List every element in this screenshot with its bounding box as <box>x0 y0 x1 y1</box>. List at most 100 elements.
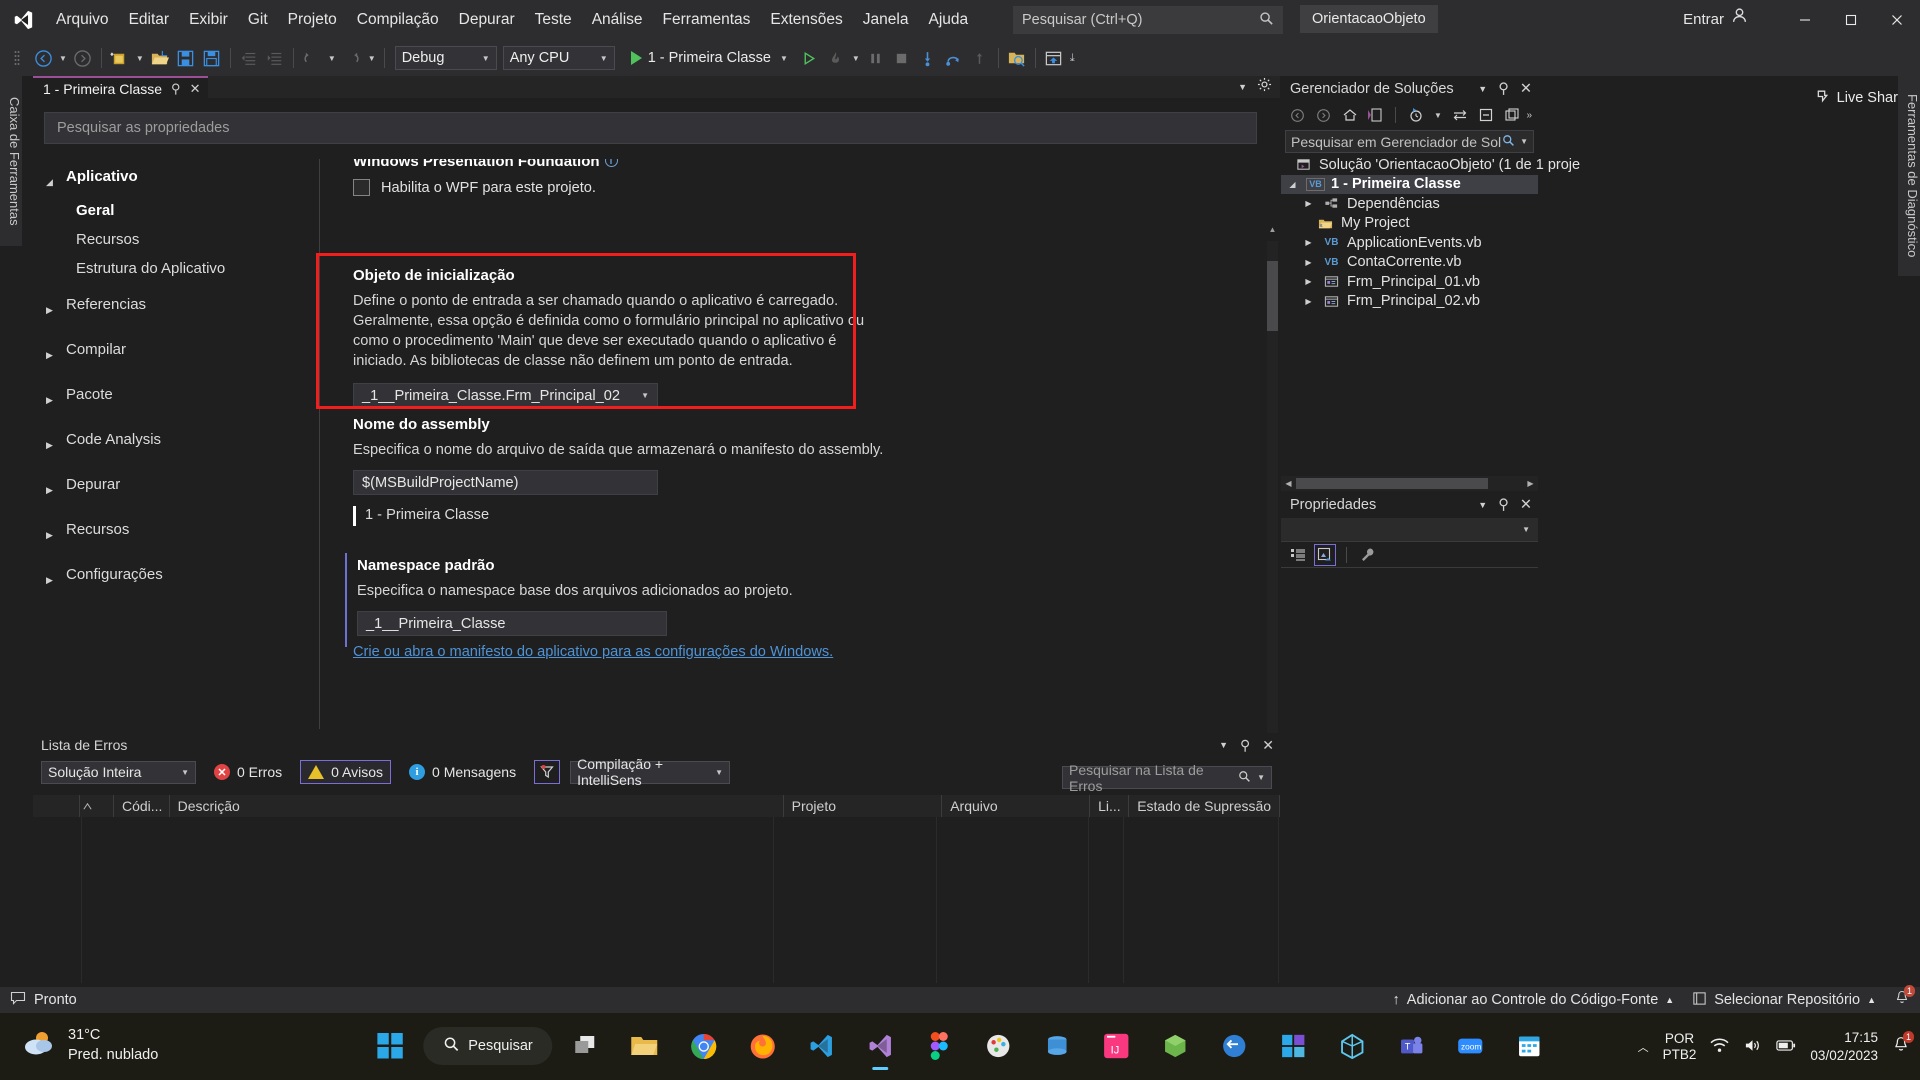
nav-item-geral[interactable]: Geral <box>46 201 308 221</box>
select-repository-button[interactable]: Selecionar Repositório ▲ <box>1692 991 1876 1010</box>
step-out-icon[interactable] <box>967 44 993 72</box>
pin-tab-icon[interactable]: ⚲ <box>171 81 181 97</box>
error-list-search-input[interactable]: Pesquisar na Lista de Erros ▼ <box>1062 762 1272 794</box>
tree-row-applicationevents[interactable]: ▶ VB ApplicationEvents.vb <box>1281 233 1538 253</box>
warnings-toggle[interactable]: 0 Avisos <box>300 760 392 784</box>
error-col-projeto[interactable]: Projeto <box>784 795 943 817</box>
start-debug-button[interactable]: 1 - Primeira Classe ▼ <box>625 50 797 66</box>
wpf-checkbox-row[interactable]: Habilita o WPF para este projeto. <box>353 179 1280 196</box>
quick-search-box[interactable]: Pesquisar (Ctrl+Q) <box>1013 6 1283 34</box>
file-explorer-button[interactable] <box>619 1020 671 1072</box>
taskbar-clock[interactable]: 17:15 03/02/2023 <box>1810 1029 1878 1065</box>
task-view-button[interactable] <box>560 1020 612 1072</box>
tree-row-frm-principal-01[interactable]: ▶ Frm_Principal_01.vb <box>1281 272 1538 292</box>
solution-explorer-home-icon[interactable] <box>1041 44 1067 72</box>
tree-row-contacorrente[interactable]: ▶ VB ContaCorrente.vb <box>1281 253 1538 273</box>
error-col-sort-icon[interactable] <box>80 795 114 817</box>
menu-exibir[interactable]: Exibir <box>179 0 238 40</box>
taskbar-notification-center[interactable]: 1 <box>1892 1031 1914 1057</box>
new-project-icon[interactable] <box>107 44 133 72</box>
menu-depurar[interactable]: Depurar <box>449 0 525 40</box>
save-icon[interactable] <box>173 44 199 72</box>
wpf-checkbox[interactable] <box>353 179 370 196</box>
panel-dropdown-icon[interactable]: ▼ <box>1219 740 1228 750</box>
add-to-source-control-button[interactable]: ↑ Adicionar ao Controle do Código-Fonte … <box>1393 992 1675 1008</box>
open-file-icon[interactable] <box>147 44 173 72</box>
intellij-button[interactable]: IJ <box>1091 1020 1143 1072</box>
triangle-collapsed-icon[interactable]: ▶ <box>1301 277 1316 286</box>
panel-dropdown-icon[interactable]: ▼ <box>1478 500 1487 510</box>
close-icon[interactable]: ✕ <box>1520 497 1532 513</box>
start-without-debugging-icon[interactable] <box>797 44 823 72</box>
tree-row-frm-principal-02[interactable]: ▶ Frm_Principal_02.vb <box>1281 292 1538 312</box>
close-tab-icon[interactable]: ✕ <box>190 81 201 97</box>
scroll-left-arrow-icon[interactable]: ◀ <box>1281 479 1296 488</box>
nav-item-pacote[interactable]: ▶ Pacote <box>46 385 308 410</box>
nav-item-configuracoes[interactable]: ▶ Configurações <box>46 565 308 590</box>
menu-arquivo[interactable]: Arquivo <box>46 0 119 40</box>
paint-button[interactable] <box>973 1020 1025 1072</box>
navigate-back-icon[interactable] <box>1287 104 1309 126</box>
zoom-button[interactable]: zoom <box>1445 1020 1497 1072</box>
properties-window-icon[interactable] <box>1501 104 1523 126</box>
solution-configuration-combo[interactable]: Debug ▼ <box>394 46 497 70</box>
close-icon[interactable]: ✕ <box>1262 737 1274 754</box>
menu-compilacao[interactable]: Compilação <box>347 0 449 40</box>
nav-item-depurar[interactable]: ▶ Depurar <box>46 475 308 500</box>
wifi-icon[interactable] <box>1710 1037 1729 1057</box>
alphabetical-view-icon[interactable] <box>1314 543 1336 566</box>
save-all-icon[interactable] <box>199 44 225 72</box>
chrome-button[interactable] <box>678 1020 730 1072</box>
notifications-button[interactable]: 1 <box>1894 985 1915 1010</box>
toolbar-overflow-icon[interactable]: » <box>1526 110 1532 121</box>
menu-ferramentas[interactable]: Ferramentas <box>653 0 761 40</box>
navigate-backward-dropdown-icon[interactable]: ▼ <box>56 54 70 63</box>
stop-icon[interactable] <box>889 44 915 72</box>
nav-item-aplicativo[interactable]: ◢ Aplicativo <box>46 167 308 192</box>
sync-app-button[interactable] <box>1209 1020 1261 1072</box>
tray-expand-icon[interactable]: ︿ <box>1638 1039 1649 1055</box>
pending-changes-icon[interactable] <box>1405 104 1427 126</box>
hscrollbar-thumb[interactable] <box>1296 478 1488 489</box>
step-over-icon[interactable] <box>941 44 967 72</box>
nav-item-code-analysis[interactable]: ▶ Code Analysis <box>46 430 308 455</box>
language-indicator[interactable]: POR PTB2 <box>1663 1031 1697 1063</box>
info-icon[interactable]: i <box>604 159 618 167</box>
pin-icon[interactable]: ⚲ <box>1240 737 1250 754</box>
taskbar-weather-widget[interactable]: 31°C Pred. nublado <box>22 1025 158 1065</box>
assembly-name-input[interactable]: $(MSBuildProjectName) <box>353 470 658 495</box>
nav-item-referencias[interactable]: ▶ Referencias <box>46 295 308 320</box>
taskbar-search-button[interactable]: Pesquisar <box>423 1027 553 1065</box>
menu-editar[interactable]: Editar <box>119 0 180 40</box>
toolbar-options-grip[interactable] <box>4 44 30 72</box>
error-scope-combo[interactable]: Solução Inteira ▼ <box>41 760 196 784</box>
menu-git[interactable]: Git <box>238 0 278 40</box>
error-col-descricao[interactable]: Descrição <box>170 795 784 817</box>
properties-vertical-scrollbar[interactable]: ▲ ▼ <box>1265 219 1280 789</box>
live-share-button[interactable]: Live Share <box>1813 80 1906 116</box>
solution-explorer-horizontal-scrollbar[interactable]: ◀ ▶ <box>1281 476 1538 491</box>
error-col-supressao[interactable]: Estado de Supressão <box>1129 795 1280 817</box>
errors-toggle[interactable]: ✕ 0 Erros <box>206 760 290 784</box>
scrollbar-thumb[interactable] <box>1267 261 1278 331</box>
menu-analise[interactable]: Análise <box>582 0 653 40</box>
chevron-down-icon[interactable]: ▼ <box>777 54 791 63</box>
triangle-collapsed-icon[interactable]: ▶ <box>1301 258 1316 267</box>
error-filter-button[interactable] <box>534 760 561 784</box>
database-button[interactable] <box>1032 1020 1084 1072</box>
undo-dropdown-icon[interactable]: ▼ <box>325 54 339 63</box>
figma-button[interactable] <box>914 1020 966 1072</box>
find-in-files-icon[interactable] <box>1004 44 1030 72</box>
default-namespace-input[interactable]: _1__Primeira_Classe <box>357 611 667 636</box>
start-button[interactable] <box>364 1020 416 1072</box>
properties-search-input[interactable]: Pesquisar as propriedades <box>44 112 1257 144</box>
triangle-expanded-icon[interactable]: ◢ <box>1285 180 1300 189</box>
nav-item-recursos-2[interactable]: ▶ Recursos <box>46 520 308 545</box>
vscode-button[interactable] <box>796 1020 848 1072</box>
error-col-linha[interactable]: Li... <box>1090 795 1130 817</box>
toolbar-overflow-icon[interactable]: ⤓ <box>1067 52 1078 65</box>
step-into-icon[interactable] <box>915 44 941 72</box>
error-col-blank[interactable] <box>33 795 80 817</box>
new-project-dropdown-icon[interactable]: ▼ <box>133 54 147 63</box>
battery-charging-icon[interactable] <box>1776 1037 1796 1057</box>
